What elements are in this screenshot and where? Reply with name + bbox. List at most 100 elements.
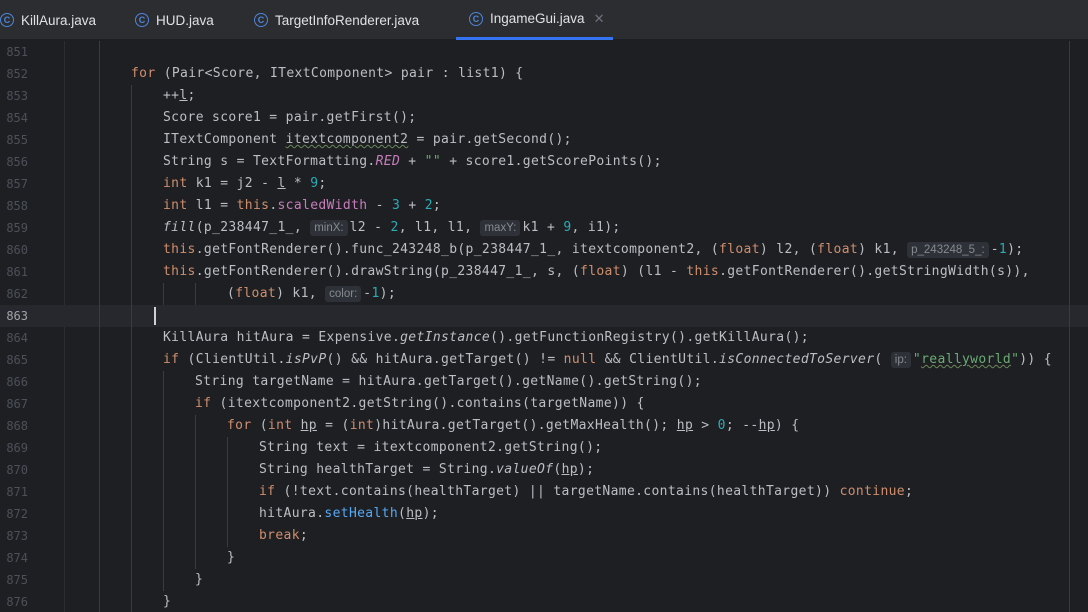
code-token: ); — [1007, 242, 1024, 257]
code-line[interactable]: 852 for (Pair<Score, ITextComponent> pair… — [0, 63, 1088, 85]
code-line[interactable]: 872 hitAura.setHealth(hp); — [0, 503, 1088, 525]
code-token: ( — [874, 352, 891, 367]
code-token: 1 — [998, 242, 1008, 257]
code-line[interactable]: 867 if (itextcomponent2.getString().conta… — [0, 393, 1088, 415]
code-text[interactable]: for (Pair<Score, ITextComponent> pair : … — [131, 63, 523, 85]
code-token: ( — [398, 506, 407, 521]
code-text[interactable]: String s = TextFormatting.RED + "" + sco… — [163, 151, 662, 173]
code-token: float — [817, 242, 859, 257]
line-number: 872 — [6, 507, 28, 521]
tab-killaura-java[interactable]: C KillAura.java — [0, 0, 104, 40]
code-text[interactable]: } — [227, 547, 235, 569]
code-line[interactable]: 861 this.getFontRenderer().drawString(p_2… — [0, 261, 1088, 283]
close-tab-icon[interactable]: ✕ — [594, 11, 605, 27]
tab-label: HUD.java — [156, 12, 214, 28]
code-line[interactable]: 871 if (!text.contains(healthTarget) || t… — [0, 481, 1088, 503]
code-line[interactable]: 870 String healthTarget = String.valueOf(… — [0, 459, 1088, 481]
code-text[interactable]: for (int hp = (int)hitAura.getTarget().g… — [227, 415, 799, 437]
code-text[interactable]: KillAura hitAura = Expensive.getInstance… — [163, 327, 809, 349]
code-line[interactable]: 873 break; — [0, 525, 1088, 547]
code-line[interactable]: 853 ++l; — [0, 85, 1088, 107]
code-line[interactable]: 862 (float) k1, color: -1); — [0, 283, 1088, 305]
indent-guide — [99, 129, 100, 151]
indent-guide — [99, 591, 100, 612]
indent-guide — [99, 261, 100, 283]
code-text[interactable]: if (ClientUtil.isPvP() && hitAura.getTar… — [163, 349, 1052, 371]
code-text[interactable]: if (itextcomponent2.getString().contains… — [195, 393, 645, 415]
code-line[interactable]: 876} — [0, 591, 1088, 612]
line-number: 859 — [6, 221, 28, 235]
tab-targetinforenderer-java[interactable]: C TargetInfoRenderer.java — [254, 0, 444, 40]
code-text[interactable]: this.getFontRenderer().func_243248_b(p_2… — [163, 239, 1023, 261]
code-line[interactable]: 851 — [0, 41, 1088, 63]
indent-guide — [131, 283, 132, 305]
code-token: } — [227, 550, 236, 565]
code-token: } — [163, 594, 172, 609]
code-token: (ClientUtil. — [179, 352, 286, 367]
indent-guide — [163, 569, 164, 591]
code-editor[interactable]: 851 852 for (Pair<Score, ITextComponent> p… — [0, 41, 1088, 612]
code-line[interactable]: 864 KillAura hitAura = Expensive.getInsta… — [0, 327, 1088, 349]
code-token: if — [195, 396, 212, 411]
line-number: 868 — [6, 419, 28, 433]
code-text[interactable]: hitAura.setHealth(hp); — [259, 503, 439, 525]
code-line[interactable]: 859 fill(p_238447_1_, minX: l2 - 2, l1, l1… — [0, 217, 1088, 239]
code-line[interactable]: 869 String text = itextcomponent2.getStri… — [0, 437, 1088, 459]
code-line[interactable]: 855 ITextComponent itextcomponent2 = pair… — [0, 129, 1088, 151]
code-token: ) { — [774, 418, 800, 433]
code-text[interactable]: String text = itextcomponent2.getString(… — [259, 437, 602, 459]
code-line[interactable]: 857 int k1 = j2 - l * 9; — [0, 173, 1088, 195]
line-number: 857 — [6, 177, 28, 191]
indent-guide — [131, 503, 132, 525]
code-token: ().getFunctionRegistry().getKillAura(); — [490, 330, 809, 345]
code-text[interactable]: int l1 = this.scaledWidth - 3 + 2; — [163, 195, 441, 217]
code-line[interactable]: 875} — [0, 569, 1088, 591]
code-token: if — [163, 352, 180, 367]
indent-guide — [131, 85, 132, 107]
code-text[interactable]: this.getFontRenderer().drawString(p_2384… — [163, 261, 1030, 283]
code-token: * — [285, 176, 311, 191]
code-text[interactable]: if (!text.contains(healthTarget) || targ… — [259, 481, 913, 503]
code-text[interactable]: String healthTarget = String.valueOf(hp)… — [259, 459, 594, 481]
indent-guide — [131, 459, 132, 481]
code-text[interactable]: break; — [259, 525, 308, 547]
code-token: String healthTarget = String. — [259, 462, 497, 477]
tab-ingamegui-java[interactable]: C IngameGui.java ✕ — [456, 0, 613, 40]
code-line[interactable]: 854 Score score1 = pair.getFirst(); — [0, 107, 1088, 129]
editor-tab-bar: C KillAura.java C HUD.java C TargetInfoR… — [0, 0, 1088, 40]
code-token: hp — [758, 418, 775, 433]
indent-guide — [99, 459, 100, 481]
code-token: int — [349, 418, 375, 433]
code-line[interactable]: 866 String targetName = hitAura.getTarget… — [0, 371, 1088, 393]
code-text[interactable]: ITextComponent itextcomponent2 = pair.ge… — [163, 129, 572, 151]
code-token: ++ — [163, 88, 180, 103]
tab-hud-java[interactable]: C HUD.java — [135, 0, 235, 40]
code-text[interactable]: int k1 = j2 - l * 9; — [163, 173, 327, 195]
code-text[interactable]: } — [195, 569, 203, 591]
code-text[interactable]: Score score1 = pair.getFirst(); — [163, 107, 416, 129]
code-text[interactable]: String targetName = hitAura.getTarget().… — [195, 371, 702, 393]
code-token: ; — [432, 198, 442, 213]
indent-guide — [163, 437, 164, 459]
code-line[interactable]: 874} — [0, 547, 1088, 569]
code-text[interactable]: fill(p_238447_1_, minX: l2 - 2, l1, l1, m… — [163, 217, 621, 239]
code-line[interactable]: 863 — [0, 305, 1088, 327]
code-token: for — [131, 66, 156, 81]
code-token: k1 + — [522, 220, 564, 235]
line-number: 866 — [6, 375, 28, 389]
code-text[interactable]: ++l; — [163, 85, 196, 107]
code-token: ); — [379, 286, 396, 301]
code-line[interactable]: 856 String s = TextFormatting.RED + "" + … — [0, 151, 1088, 173]
code-line[interactable]: 868 for (int hp = (int)hitAura.getTarget(… — [0, 415, 1088, 437]
code-line[interactable]: 860 this.getFontRenderer().func_243248_b(… — [0, 239, 1088, 261]
code-line[interactable]: 865 if (ClientUtil.isPvP() && hitAura.get… — [0, 349, 1088, 371]
line-number: 874 — [6, 551, 28, 565]
code-text[interactable]: } — [163, 591, 171, 612]
line-number: 875 — [6, 573, 28, 587]
indent-guide — [163, 371, 164, 393]
tab-label: IngameGui.java — [490, 11, 585, 26]
code-text[interactable]: (float) k1, color: -1); — [227, 283, 396, 305]
code-token: ( — [251, 418, 268, 433]
indent-guide — [195, 525, 196, 547]
code-line[interactable]: 858 int l1 = this.scaledWidth - 3 + 2; — [0, 195, 1088, 217]
